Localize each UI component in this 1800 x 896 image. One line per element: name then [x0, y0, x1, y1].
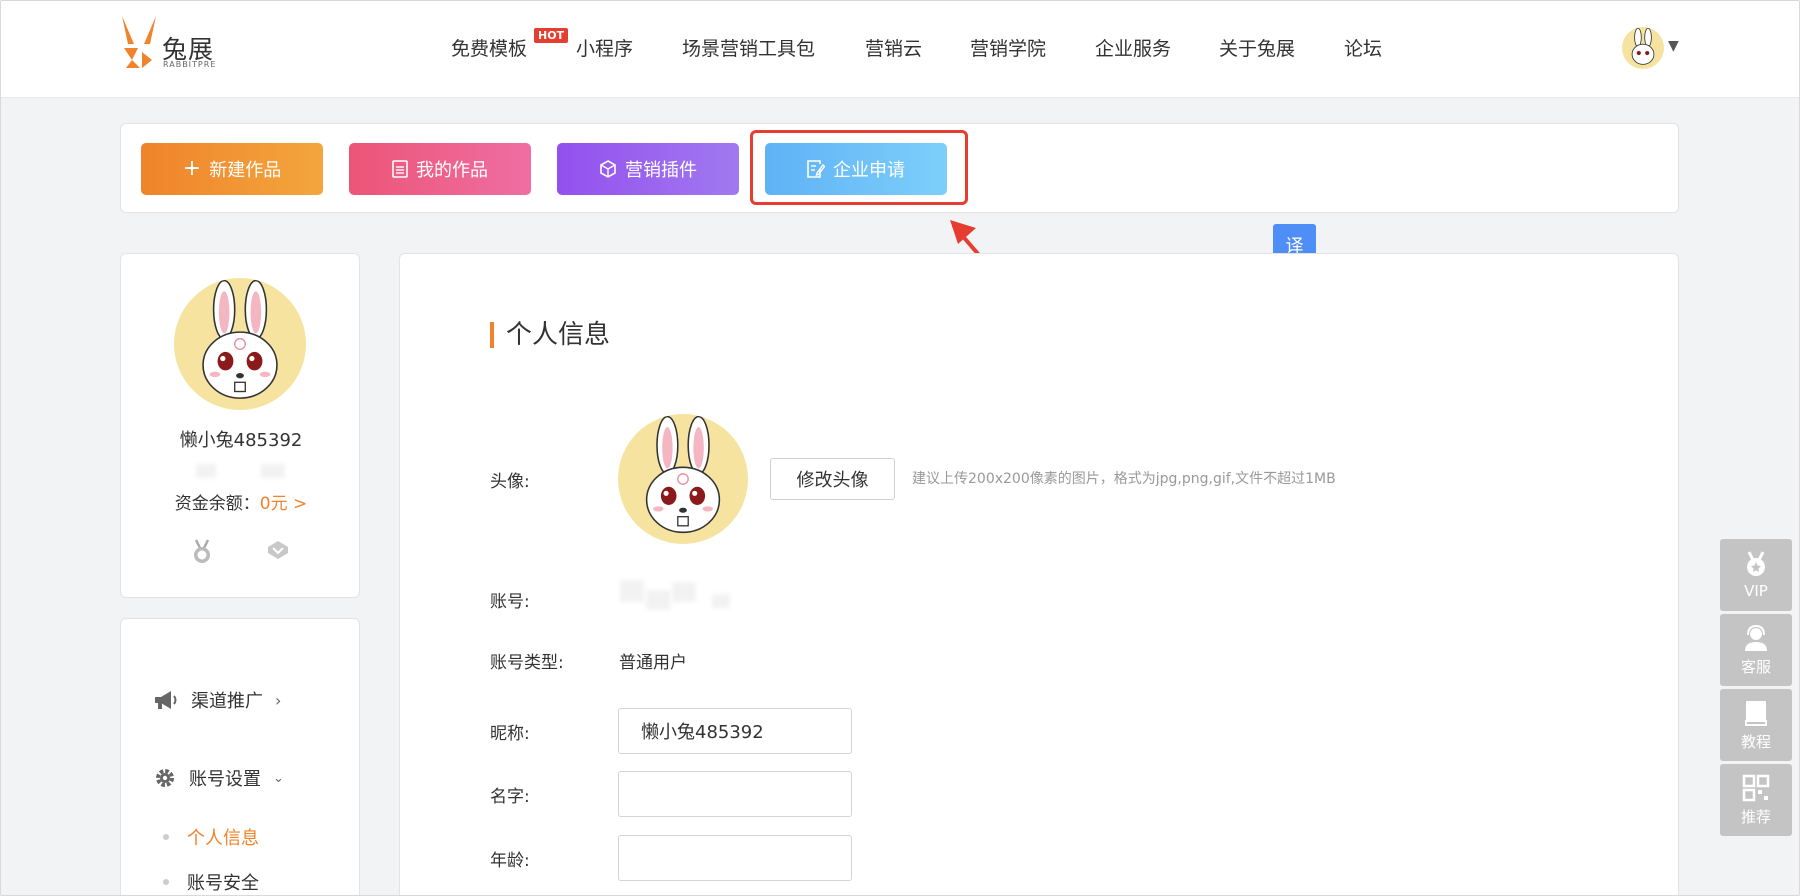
- page-title: 个人信息: [490, 322, 610, 348]
- age-field[interactable]: [618, 835, 852, 881]
- new-work-button[interactable]: + 新建作品: [141, 143, 323, 195]
- blurred-account: [672, 582, 696, 602]
- rabbitpre-logo[interactable]: 兔展 RABBITPRE: [118, 14, 228, 74]
- nav-enterprise-service[interactable]: 企业服务: [1095, 34, 1171, 61]
- rabbit-avatar-icon: [1631, 27, 1655, 65]
- plus-icon: +: [182, 156, 202, 181]
- account-label: 账号:: [490, 592, 530, 612]
- cube-icon: [600, 160, 616, 178]
- customer-service-button[interactable]: 客服: [1720, 614, 1792, 686]
- menu-account-settings-label: 账号设置: [189, 769, 261, 790]
- nav-forum[interactable]: 论坛: [1344, 34, 1382, 61]
- blurred-info: [196, 464, 216, 478]
- user-menu-caret-icon[interactable]: ▼: [1668, 38, 1679, 54]
- vip-medal-icon: [1747, 551, 1765, 576]
- chevron-right-icon: ›: [275, 690, 282, 710]
- menu-personal-info[interactable]: 个人信息: [163, 824, 259, 850]
- gear-icon: [156, 769, 174, 787]
- menu-personal-info-label: 个人信息: [187, 828, 259, 849]
- headset-user-icon: [1745, 624, 1767, 651]
- balance-value-link[interactable]: 0元 >: [260, 494, 307, 514]
- blurred-account: [620, 580, 644, 602]
- nav-mini-program[interactable]: 小程序: [576, 34, 633, 61]
- customer-service-label: 客服: [1740, 657, 1771, 676]
- marketing-plugins-label: 营销插件: [625, 160, 697, 181]
- nickname-field[interactable]: [618, 708, 852, 754]
- nav-free-templates[interactable]: 免费模板: [451, 34, 527, 61]
- menu-channel-promotion[interactable]: 渠道推广 ›: [153, 687, 281, 713]
- medal-icon[interactable]: [191, 539, 213, 565]
- vip-tool-button[interactable]: VIP: [1720, 539, 1792, 611]
- blurred-account: [712, 594, 730, 608]
- side-menu: 渠道推广 › 账号设置 ⌄ 个人信息 账号安全: [120, 618, 360, 896]
- nickname-label: 昵称:: [490, 724, 530, 744]
- profile-username: 懒小兔485392: [179, 430, 303, 451]
- nav-marketing-academy[interactable]: 营销学院: [970, 34, 1046, 61]
- blurred-info: [261, 464, 285, 478]
- document-icon: [392, 160, 408, 178]
- personal-info-panel: 个人信息 头像: 修改头像 建议上传200x200像素的图片，格式为jpg,pn…: [399, 253, 1679, 896]
- nav-about[interactable]: 关于兔展: [1219, 34, 1295, 61]
- rabbit-avatar-icon: [645, 415, 721, 534]
- tutorial-button[interactable]: 教程: [1720, 689, 1792, 761]
- new-work-label: 新建作品: [209, 160, 282, 181]
- avatar-upload-hint: 建议上传200x200像素的图片，格式为jpg,png,gif,文件不超过1MB: [912, 471, 1336, 487]
- balance-row: 资金余额：0元 >: [121, 489, 361, 514]
- enterprise-apply-button[interactable]: 企业申请: [765, 143, 947, 195]
- menu-account-security-label: 账号安全: [187, 873, 259, 894]
- rabbit-avatar-icon: [202, 279, 278, 399]
- tutorial-label: 教程: [1740, 732, 1771, 751]
- avatar-label: 头像:: [490, 472, 530, 492]
- balance-label: 资金余额：: [174, 494, 260, 514]
- name-field[interactable]: [618, 771, 852, 817]
- megaphone-icon: [155, 691, 177, 709]
- bullet-dot: [163, 879, 169, 885]
- vip-tool-label: VIP: [1744, 582, 1768, 600]
- user-avatar[interactable]: [1622, 27, 1664, 69]
- profile-avatar: [174, 278, 306, 410]
- book-icon: [1745, 700, 1767, 726]
- edit-document-icon: [807, 160, 825, 178]
- nav-marketing-cloud[interactable]: 营销云: [865, 34, 922, 61]
- menu-account-settings[interactable]: 账号设置 ⌄: [153, 765, 284, 791]
- menu-account-security[interactable]: 账号安全: [163, 869, 259, 895]
- change-avatar-button[interactable]: 修改头像: [770, 458, 895, 500]
- bullet-dot: [163, 834, 169, 840]
- account-type-label: 账号类型:: [490, 653, 564, 673]
- my-works-button[interactable]: 我的作品: [349, 143, 531, 195]
- hot-badge: HOT: [534, 28, 569, 43]
- diamond-badge-icon[interactable]: [266, 539, 290, 561]
- nav-scene-marketing[interactable]: 场景营销工具包: [682, 34, 815, 61]
- enterprise-apply-label: 企业申请: [833, 160, 905, 181]
- recommend-label: 推荐: [1740, 807, 1771, 826]
- name-label: 名字:: [490, 787, 530, 807]
- current-avatar: [618, 414, 748, 544]
- marketing-plugins-button[interactable]: 营销插件: [557, 143, 739, 195]
- blurred-account: [646, 590, 670, 610]
- chevron-down-icon: ⌄: [273, 770, 284, 786]
- account-type-value: 普通用户: [619, 653, 687, 673]
- age-label: 年龄:: [490, 851, 530, 871]
- action-bar: + 新建作品 我的作品 营销插件 企业申请: [120, 123, 1679, 213]
- profile-card: 懒小兔485392 资金余额：0元 >: [120, 253, 360, 598]
- recommend-qr-button[interactable]: 推荐: [1720, 764, 1792, 836]
- logo-subtitle: RABBITPRE: [163, 60, 217, 69]
- my-works-label: 我的作品: [416, 160, 488, 181]
- menu-channel-label: 渠道推广: [191, 691, 263, 712]
- qr-code-icon: [1742, 774, 1770, 801]
- rabbit-logo-icon: [122, 16, 156, 68]
- top-header: 兔展 RABBITPRE 免费模板 HOT 小程序 场景营销工具包 营销云 营销…: [0, 0, 1800, 98]
